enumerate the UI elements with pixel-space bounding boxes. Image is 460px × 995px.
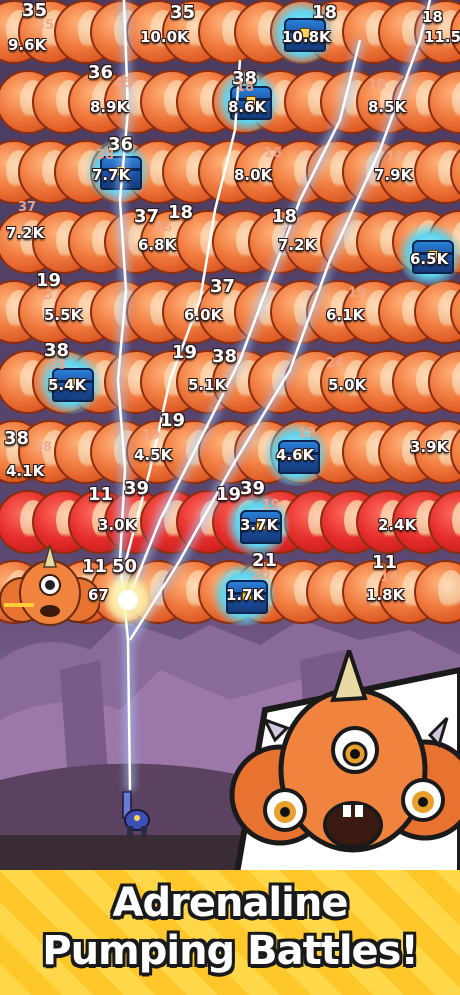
damage-label: 19: [172, 342, 198, 363]
damage-label: 5.0K: [328, 376, 367, 394]
damage-label: 18: [272, 206, 298, 227]
mascot-snake-head: [229, 650, 460, 885]
damage-label: 8.5K: [368, 98, 407, 116]
damage-label: 7.2K: [278, 236, 317, 254]
damage-label: 37: [18, 200, 37, 215]
damage-label: 6.5K: [410, 250, 449, 268]
banner-line-1: Adrenaline: [112, 880, 349, 926]
damage-label: 10.0K: [140, 28, 189, 46]
damage-label: 10.8K: [282, 28, 331, 46]
damage-label: 18: [422, 8, 443, 26]
damage-label: 46: [154, 220, 173, 235]
banner-line-2: Pumping Battles!: [42, 928, 418, 974]
damage-label: 67: [88, 586, 109, 604]
damage-label: 8.0K: [234, 166, 273, 184]
damage-label: 39: [240, 478, 266, 499]
snake-row: [0, 0, 460, 64]
damage-label: 6.1K: [326, 306, 365, 324]
snake-row: [0, 210, 460, 274]
damage-label: 18: [236, 80, 255, 95]
damage-label: 5.1K: [188, 376, 227, 394]
damage-label: 3.7K: [240, 516, 279, 534]
damage-label: 39: [124, 478, 150, 499]
damage-label: 35: [170, 2, 196, 23]
promo-banner: Adrenaline Pumping Battles!: [0, 870, 460, 995]
damage-label: 18: [368, 78, 387, 93]
damage-label: 38: [34, 440, 53, 455]
damage-label: 7.7K: [92, 166, 131, 184]
damage-label: 38: [48, 358, 67, 373]
damage-label: 18: [264, 146, 283, 161]
damage-label: 3.9K: [410, 438, 449, 456]
player-gunner[interactable]: [117, 790, 157, 838]
damage-label: 8.6K: [228, 98, 267, 116]
damage-label: 5.4K: [48, 376, 87, 394]
damage-label: 1.8K: [366, 586, 405, 604]
damage-label: 4.6K: [276, 446, 315, 464]
damage-label: 24: [326, 356, 345, 371]
damage-label: 7.2K: [6, 224, 45, 242]
damage-label: 19: [160, 410, 186, 431]
damage-label: 11: [88, 484, 114, 505]
damage-label: 45: [114, 76, 133, 91]
damage-label: 9.6K: [8, 36, 47, 54]
damage-label: 11: [82, 556, 108, 577]
damage-label: 4.5K: [134, 446, 173, 464]
damage-label: 4.1K: [6, 462, 45, 480]
damage-label: 7.9K: [374, 166, 413, 184]
damage-label: 18: [386, 150, 405, 165]
damage-label: 37: [44, 288, 63, 303]
damage-label: 18: [312, 2, 338, 23]
damage-label: 36: [88, 62, 114, 83]
damage-label: 11.5: [424, 28, 460, 46]
damage-label: 1.7K: [226, 586, 265, 604]
damage-label: 3.0K: [98, 516, 137, 534]
damage-label: 19: [262, 498, 281, 513]
snake-row: [0, 420, 460, 484]
damage-label: 19: [142, 428, 161, 443]
game-stage[interactable]: Adrenaline Pumping Battles! 35 9.6K 35 35 10…: [0, 0, 460, 995]
damage-label: 19: [216, 484, 242, 505]
damage-label: 14: [380, 570, 399, 585]
damage-label: 37: [210, 276, 236, 297]
damage-label: 38: [4, 428, 30, 449]
damage-label: 19: [298, 426, 317, 441]
damage-label: 19: [348, 286, 367, 301]
damage-label: 35: [36, 18, 55, 33]
damage-label: 5.5K: [44, 306, 83, 324]
damage-label: 6.0K: [184, 306, 223, 324]
damage-label: 20: [252, 568, 271, 583]
damage-label: 2.4K: [378, 516, 417, 534]
damage-label: 38: [212, 346, 238, 367]
damage-label: 38: [96, 148, 115, 163]
damage-label: 50: [112, 556, 138, 577]
damage-label: 6.8K: [138, 236, 177, 254]
damage-label: 8.9K: [90, 98, 129, 116]
